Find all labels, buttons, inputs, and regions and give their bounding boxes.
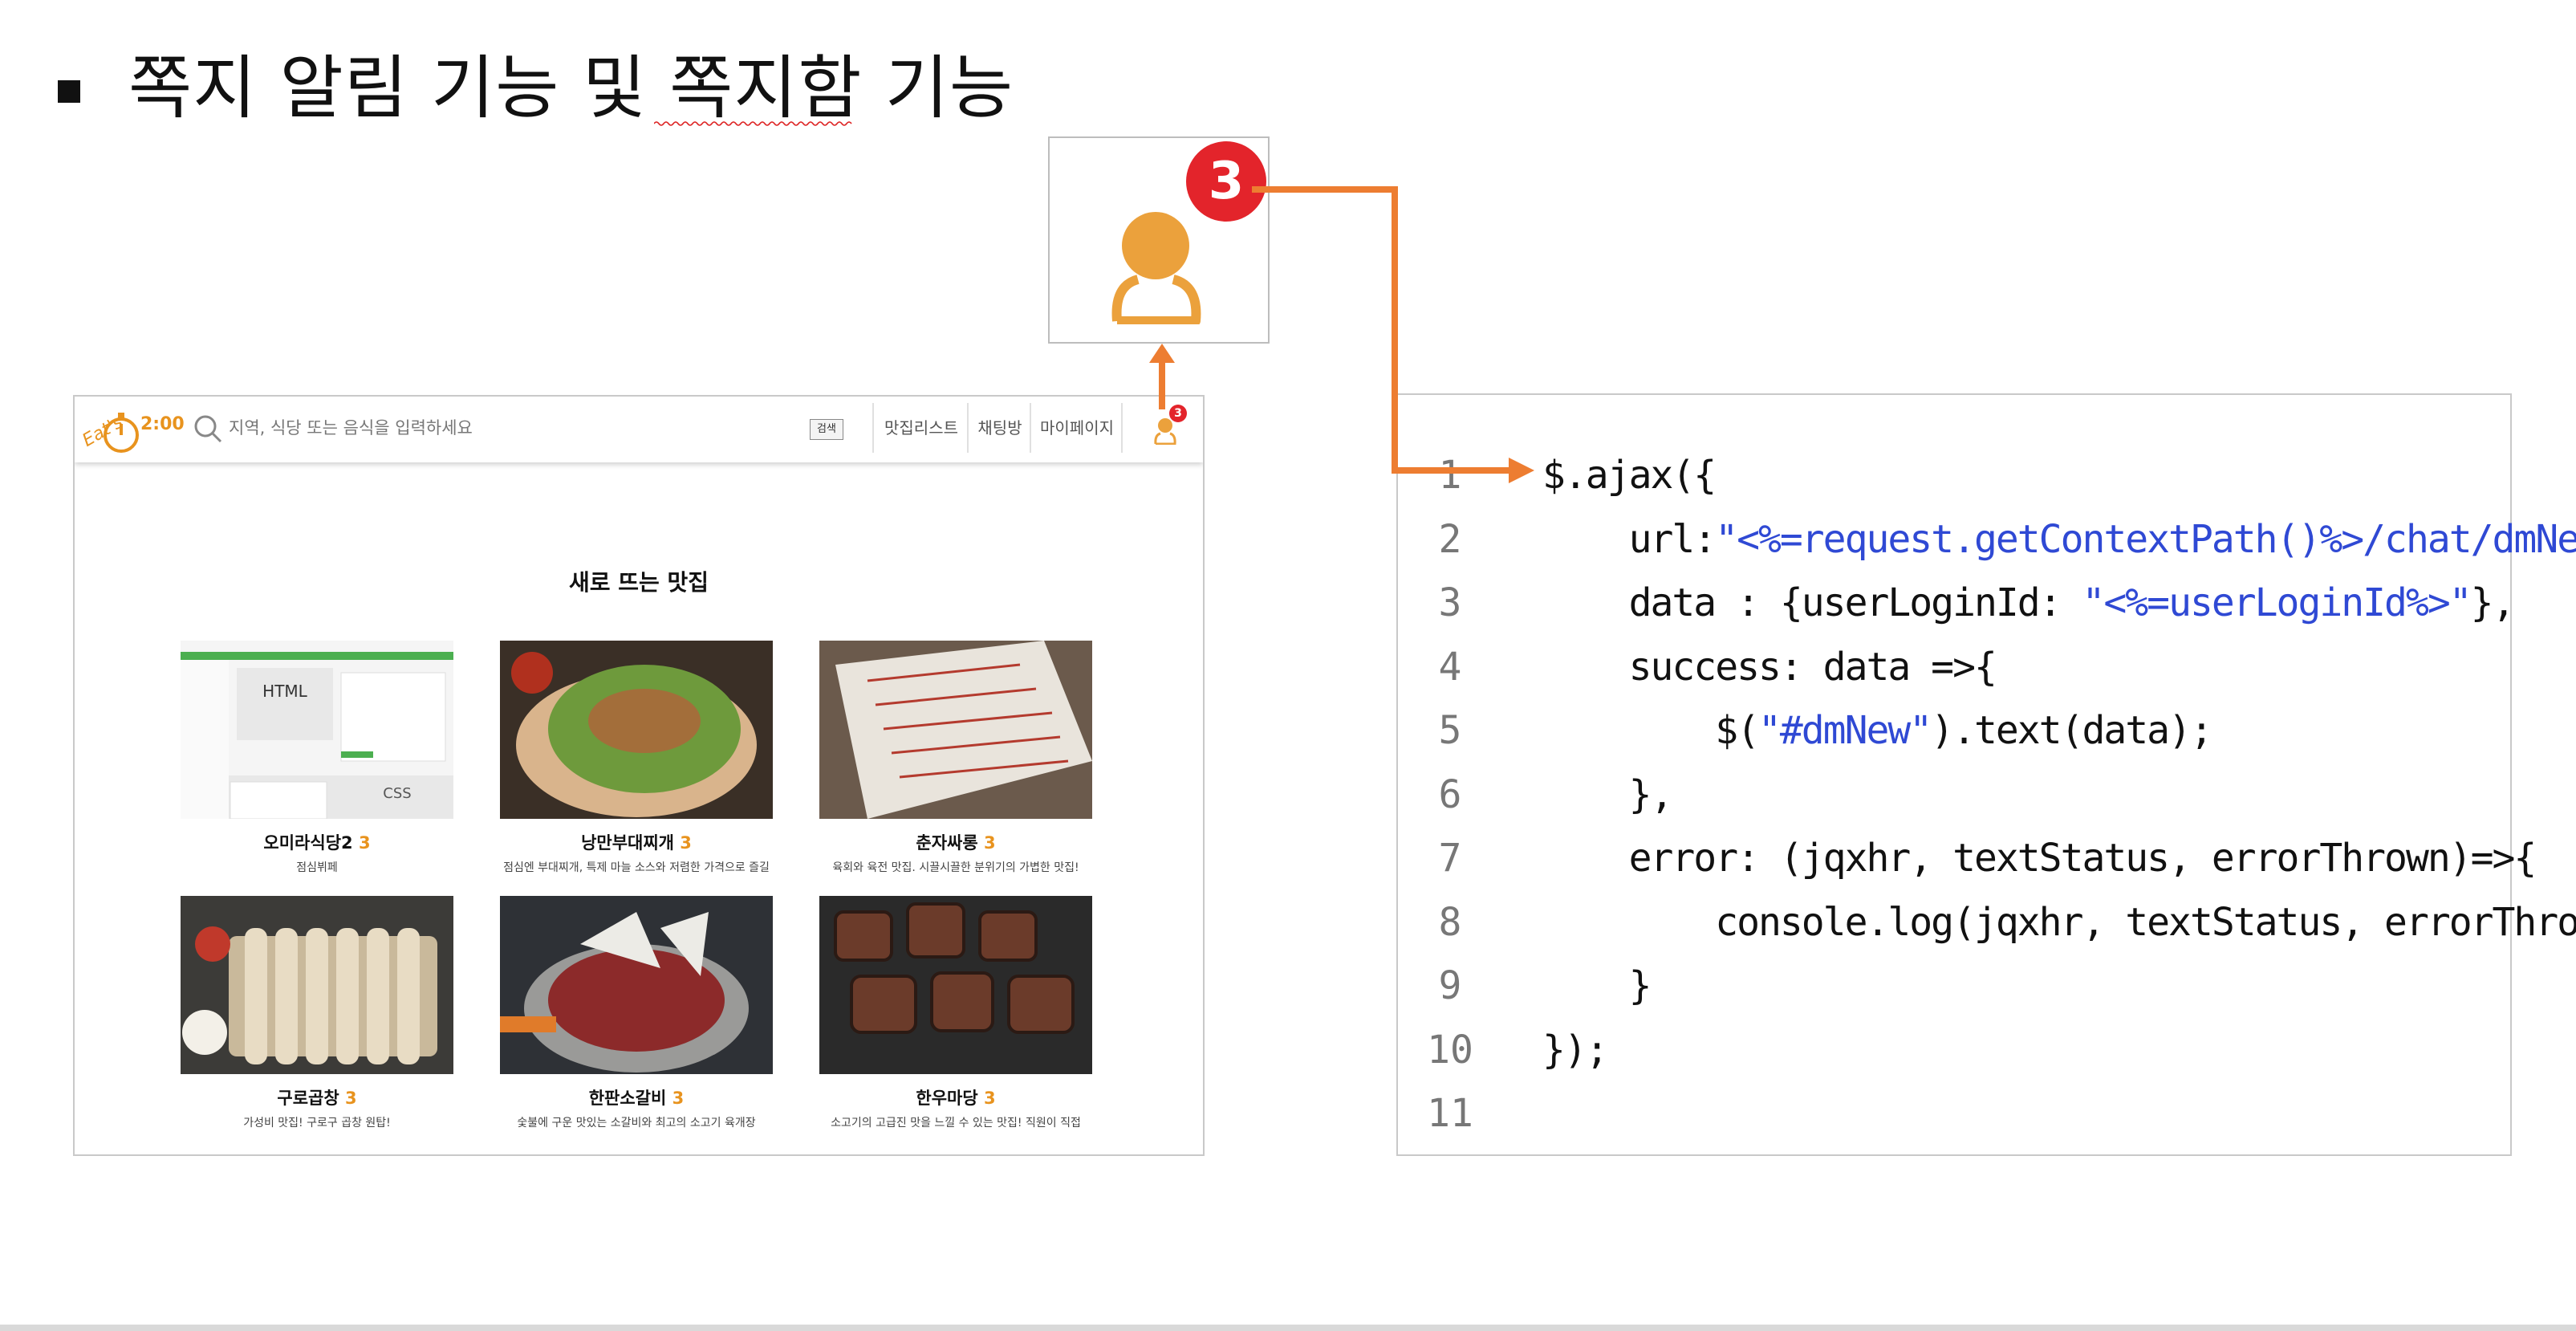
restaurant-description: 소고기의 고급진 맛을 느낄 수 있는 맛집! 직원이 직접	[831, 1117, 1081, 1130]
svg-text:CSS: CSS	[383, 785, 411, 802]
site-header: Eat's 2:00 검색 맛집리스트 채팅방 마이페이지 3	[75, 397, 1203, 462]
restaurant-photo	[181, 896, 453, 1074]
code-line: error: (jqxhr, textStatus, errorThrown)=…	[1542, 836, 2537, 881]
line-number: 9	[1438, 963, 1462, 1008]
restaurant-name: 한우마당 3	[916, 1089, 996, 1108]
code-text: url:	[1542, 516, 1717, 562]
logo-time: 2:00	[140, 414, 185, 434]
code-line: $.ajax({	[1542, 453, 1717, 498]
line-number: 11	[1427, 1091, 1473, 1136]
line-number: 7	[1438, 836, 1462, 881]
search-icon[interactable]	[192, 413, 224, 445]
user-icon	[1111, 212, 1201, 324]
code-line: data : {userLoginId: "<%=userLoginId%>"}…	[1542, 580, 2516, 625]
restaurant-card[interactable]: 한우마당 3 소고기의 고급진 맛을 느낄 수 있는 맛집! 직원이 직접	[819, 896, 1092, 1137]
code-text: },	[1542, 771, 1674, 817]
code-text: $(	[1542, 708, 1760, 753]
restaurant-description: 점심뷔페	[296, 861, 338, 874]
code-text: $.ajax({	[1542, 453, 1717, 498]
line-number: 1	[1438, 453, 1462, 498]
code-text: success: data =>{	[1542, 644, 1997, 690]
section-title: 새로 뜨는 맛집	[568, 569, 709, 596]
code-string: "#dmNew"	[1757, 708, 1932, 753]
zoomed-notification-icon: 3	[1048, 136, 1270, 344]
code-text: data : {userLoginId:	[1542, 580, 2082, 625]
code-string: "<%=userLoginId%>"	[2082, 580, 2472, 625]
website-screenshot: Eat's 2:00 검색 맛집리스트 채팅방 마이페이지 3 새로 뜨는 맛집	[73, 395, 1205, 1156]
line-number: 3	[1438, 580, 1462, 625]
restaurant-photo	[500, 641, 773, 819]
code-line: url:"<%=request.getContextPath()%>/chat/…	[1542, 517, 2576, 562]
code-line: success: data =>{	[1542, 644, 1997, 690]
code-text: }	[1542, 963, 1652, 1008]
line-number: 10	[1427, 1027, 1473, 1073]
line-number: 8	[1438, 899, 1462, 945]
nav-my-page[interactable]: 마이페이지	[1030, 403, 1123, 453]
code-text: ).text(data);	[1931, 708, 2213, 753]
restaurant-card[interactable]: 한판소갈비 3 숯불에 구운 맛있는 소갈비와 최고의 소고기 육개장	[500, 896, 773, 1137]
code-line: });	[1542, 1027, 1609, 1073]
restaurant-card[interactable]: 구로곱창 3 가성비 맛집! 구로구 곱창 원탑!	[181, 896, 453, 1137]
code-line: },	[1542, 771, 1674, 817]
restaurant-name: 낭만부대찌개 3	[581, 833, 692, 853]
search-input[interactable]	[227, 411, 712, 445]
restaurant-photo	[500, 896, 773, 1074]
code-line: $("#dmNew").text(data);	[1542, 708, 2213, 753]
code-text: console.log(jqxhr, textStatus, errorThro…	[1542, 899, 2576, 945]
restaurant-description: 육회와 육전 맛집. 시끌시끌한 분위기의 가볍한 맛집!	[832, 861, 1079, 874]
notification-badge: 3	[1169, 405, 1187, 422]
slide-title: 쪽지 알림 기능 및 쪽지함 기능	[128, 48, 1014, 128]
code-text: },	[2470, 580, 2516, 625]
code-line: }	[1542, 963, 1652, 1008]
svg-text:HTML: HTML	[262, 682, 308, 701]
slide-bottom-border	[0, 1325, 2576, 1331]
nav-restaurant-list[interactable]: 맛집리스트	[872, 403, 969, 453]
code-text: });	[1542, 1027, 1609, 1073]
restaurant-name: 구로곱창 3	[277, 1089, 357, 1108]
notification-badge: 3	[1186, 141, 1266, 222]
restaurant-photo: HTML CSS	[181, 641, 453, 819]
line-number: 2	[1438, 516, 1462, 562]
restaurant-photo	[819, 896, 1092, 1074]
restaurant-description: 점심엔 부대찌개, 특제 마늘 소스와 저렴한 가격으로 즐길	[503, 861, 770, 874]
restaurant-card[interactable]: 춘자싸롱 3 육회와 육전 맛집. 시끌시끌한 분위기의 가볍한 맛집!	[819, 641, 1092, 881]
line-number: 5	[1438, 708, 1462, 753]
restaurant-description: 가성비 맛집! 구로구 곱창 원탑!	[243, 1117, 391, 1130]
restaurant-name: 오미라식당2 3	[263, 833, 371, 853]
restaurant-description: 숯불에 구운 맛있는 소갈비와 최고의 소고기 육개장	[517, 1117, 756, 1130]
line-number: 4	[1438, 644, 1462, 690]
restaurant-name: 한판소갈비 3	[588, 1089, 685, 1108]
spellcheck-underline	[654, 121, 852, 126]
title-bullet	[58, 80, 80, 103]
line-number: 6	[1438, 771, 1462, 817]
code-text: error: (jqxhr, textStatus, errorThrown)=…	[1542, 836, 2537, 881]
restaurant-photo	[819, 641, 1092, 819]
restaurant-card[interactable]: 낭만부대찌개 3 점심엔 부대찌개, 특제 마늘 소스와 저렴한 가격으로 즐길	[500, 641, 773, 881]
search-button[interactable]: 검색	[810, 419, 843, 440]
arrowhead	[1149, 344, 1175, 363]
code-string: "<%=request.getContextPath()%>/chat/dmNe…	[1715, 516, 2576, 562]
code-panel: 1 $.ajax({ 2 url:"<%=request.getContextPat…	[1396, 393, 2576, 1156]
restaurant-card[interactable]: HTML CSS 오미라식당2 3 점심뷔페	[181, 641, 453, 881]
code-line: console.log(jqxhr, textStatus, errorThro…	[1542, 900, 2576, 945]
nav-chat-room[interactable]: 채팅방	[967, 403, 1031, 453]
restaurant-name: 춘자싸롱 3	[916, 833, 996, 853]
